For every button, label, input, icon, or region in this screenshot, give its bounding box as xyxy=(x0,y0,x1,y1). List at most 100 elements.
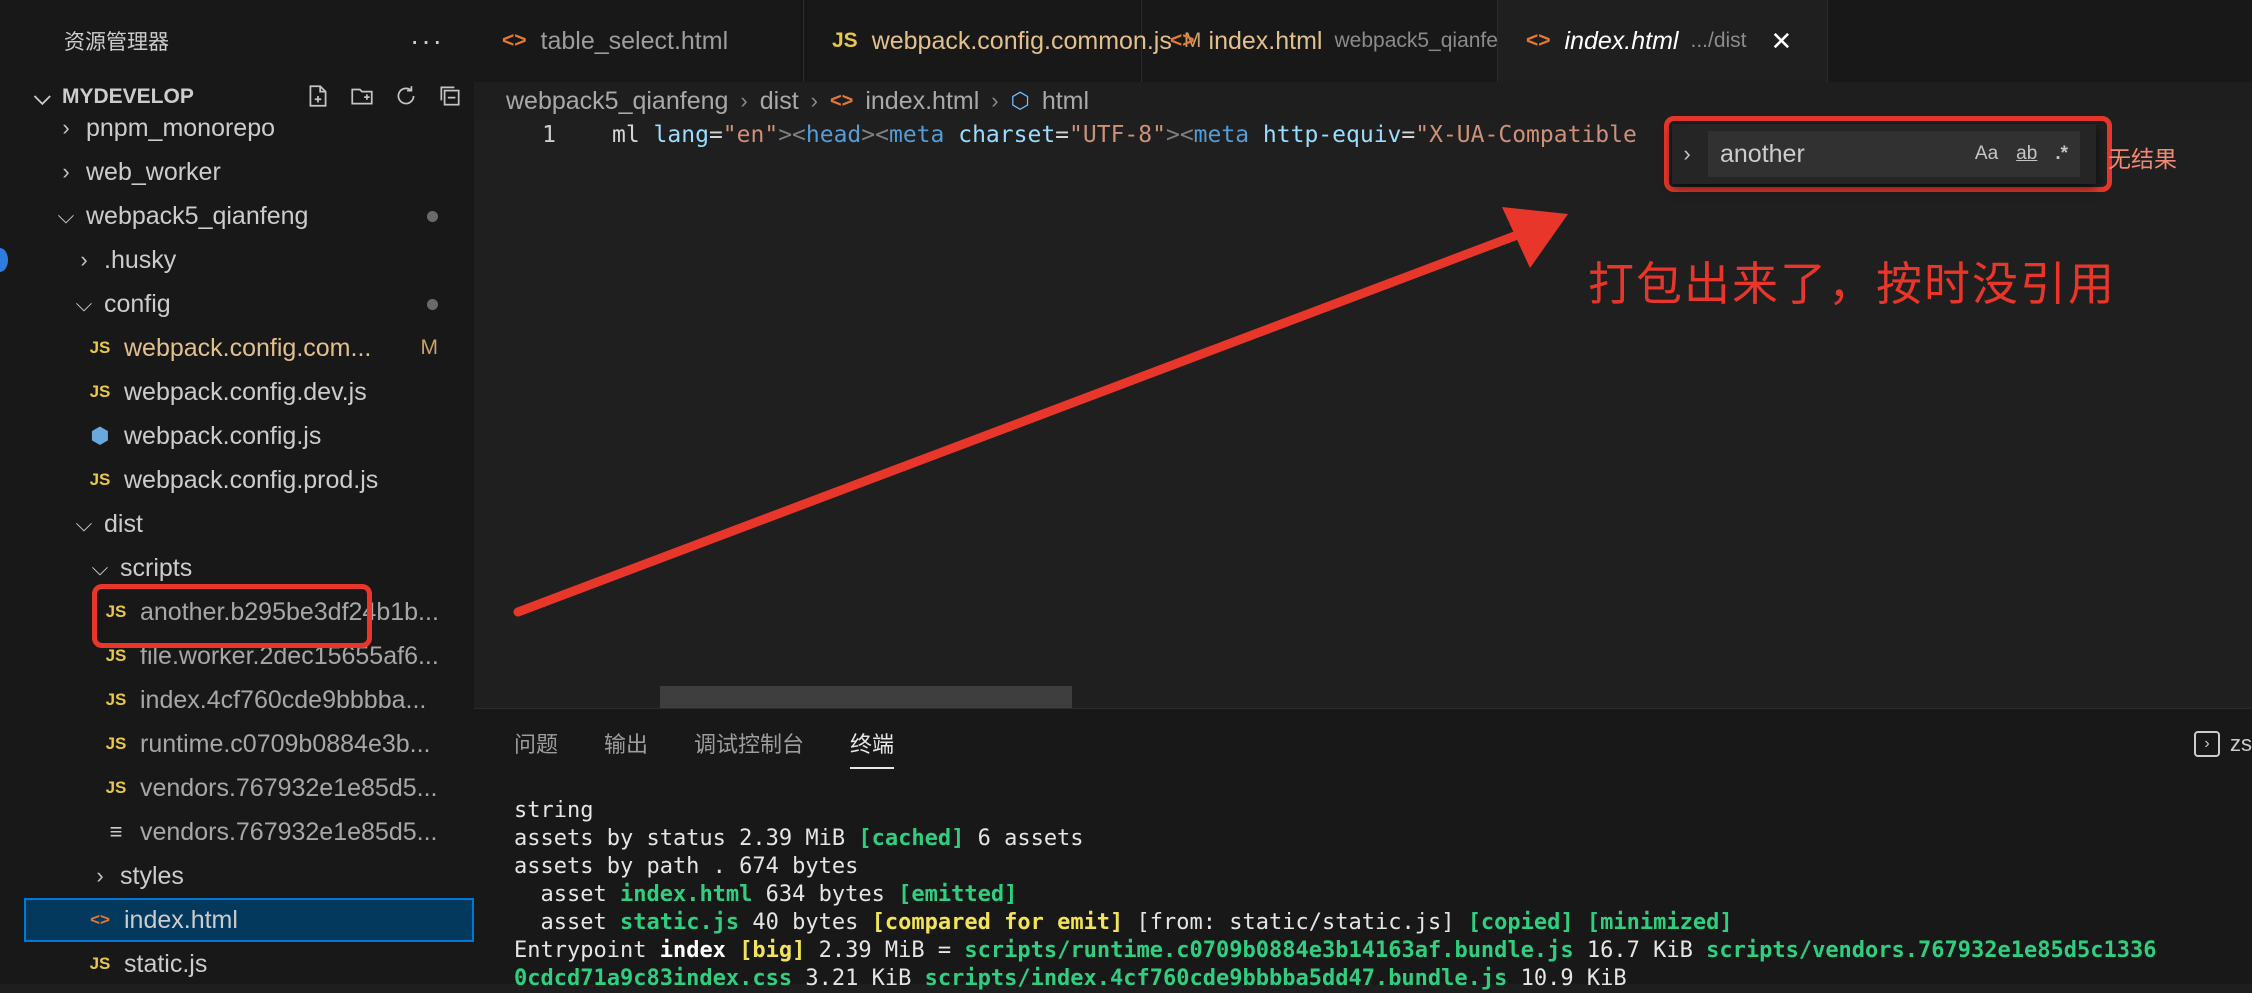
breadcrumb-symbol[interactable]: html xyxy=(1042,87,1089,116)
js-file-icon: JS xyxy=(105,646,127,665)
code-token: charset xyxy=(958,122,1056,148)
terminal-segment: [compared for emit] xyxy=(871,910,1124,935)
tree-item[interactable]: JS vendors.767932e1e85d5... xyxy=(24,766,474,810)
terminal-segment: assets by status 2.39 MiB xyxy=(514,826,859,851)
modified-dot-icon xyxy=(427,298,438,310)
terminal-segment xyxy=(1574,910,1587,935)
tree-item-label: webpack5_qianfeng xyxy=(86,201,309,230)
terminal-segment: [minimized] xyxy=(1586,910,1733,935)
tree-item[interactable]: ⌵ webpack5_qianfeng xyxy=(24,194,474,238)
horizontal-scrollbar[interactable] xyxy=(660,686,1072,708)
find-result-count: 无结果 xyxy=(2108,146,2177,172)
panel-tab[interactable]: 问题 xyxy=(514,727,558,769)
activity-bar xyxy=(0,0,24,984)
tab-description: webpack5_qianfeng xyxy=(1334,29,1522,52)
terminal-segment: 634 bytes xyxy=(752,882,899,907)
js-file-icon: JS xyxy=(105,690,127,709)
chevron-down-icon: ⌵ xyxy=(75,291,93,316)
match-case-toggle[interactable]: Aa xyxy=(1975,143,1998,165)
terminal-line: Entrypoint index [big] 2.39 MiB = script… xyxy=(514,937,2156,965)
tree-item[interactable]: › styles xyxy=(24,854,474,898)
tree-item[interactable]: JS webpack.config.prod.js xyxy=(24,458,474,502)
terminal-segment: [copied] xyxy=(1467,910,1574,935)
html-file-icon: <> xyxy=(1170,29,1195,52)
tab-0[interactable]: <> table_select.html xyxy=(474,0,804,82)
code-editor[interactable]: 1 ml lang="en"><head><meta charset="UTF-8… xyxy=(474,120,2252,708)
find-input[interactable]: another Aa ab .* xyxy=(1708,131,2080,177)
modified-dot-icon xyxy=(427,210,438,222)
terminal-segment: asset xyxy=(514,882,620,907)
chevron-down-icon: ⌵ xyxy=(91,555,109,580)
explorer-title: 资源管理器 xyxy=(64,31,169,54)
tree-item[interactable]: › web_worker xyxy=(24,150,474,194)
terminal-segment: assets by path . 674 bytes xyxy=(514,854,859,879)
tab-1[interactable]: JS webpack.config.common.js M xyxy=(804,0,1201,82)
tree-item-label: vendors.767932e1e85d5... xyxy=(140,817,438,846)
close-icon[interactable]: ✕ xyxy=(1771,26,1793,57)
panel-tab[interactable]: 输出 xyxy=(604,727,648,769)
code-token: lang xyxy=(653,122,709,148)
terminal-segment: Entrypoint xyxy=(514,938,660,963)
code-token: meta xyxy=(1193,122,1250,148)
tree-item-label: vendors.767932e1e85d5... xyxy=(140,773,438,802)
code-token: = xyxy=(1401,122,1416,148)
tree-item[interactable]: ⌵ dist xyxy=(24,502,474,546)
terminal-selector[interactable]: › zs xyxy=(2194,731,2252,757)
terminal-segment: index.html xyxy=(619,882,753,907)
tab-3[interactable]: <> index.html .../dist ✕ xyxy=(1498,0,1828,82)
tree-item[interactable]: JS runtime.c0709b0884e3b... xyxy=(24,722,474,766)
whole-word-toggle[interactable]: ab xyxy=(2016,143,2037,165)
code-token: ml xyxy=(612,122,654,148)
regex-toggle[interactable]: .* xyxy=(2055,143,2068,165)
tab-label: table_select.html xyxy=(540,26,729,55)
chevron-right-icon: › xyxy=(96,863,104,888)
chevron-right-icon: › xyxy=(810,88,818,113)
modified-badge: M xyxy=(420,336,439,359)
line-number: 1 xyxy=(542,122,556,148)
tree-item-label: webpack.config.dev.js xyxy=(124,377,367,406)
tree-item[interactable]: JS static.js xyxy=(24,942,474,984)
tree-item[interactable]: ≡ vendors.767932e1e85d5... xyxy=(24,810,474,854)
tree-item[interactable]: <> index.html xyxy=(24,898,474,942)
terminal-line: asset index.html 634 bytes [emitted] xyxy=(514,881,2156,909)
terminal-output[interactable]: string assets by status 2.39 MiB [cached]… xyxy=(514,797,2156,993)
accounts-indicator[interactable] xyxy=(0,248,8,272)
panel-tab[interactable]: 调试控制台 xyxy=(694,727,804,769)
tree-item-label: config xyxy=(104,289,171,318)
tree-item[interactable]: JS webpack.config.dev.js xyxy=(24,370,474,414)
tree-item[interactable]: JS webpack.config.com... M xyxy=(24,326,474,370)
html-file-icon: <> xyxy=(90,910,110,929)
more-actions-icon[interactable]: ··· xyxy=(410,25,444,57)
tree-item-label: index.html xyxy=(124,905,238,934)
tree-item[interactable]: JS index.4cf760cde9bbbba... xyxy=(24,678,474,722)
terminal-line: asset static.js 40 bytes [compared for e… xyxy=(514,909,2156,937)
terminal-line: 0cdcd71a9c83index.css 3.21 KiB scripts/i… xyxy=(514,965,2156,993)
code-token: http-equiv xyxy=(1262,122,1402,148)
breadcrumb-root[interactable]: webpack5_qianfeng xyxy=(506,87,728,116)
tree-item-label: webpack.config.com... xyxy=(124,333,372,362)
panel-tab[interactable]: 终端 xyxy=(850,727,895,769)
code-token: = xyxy=(1055,122,1070,148)
bottom-panel: 问题 输出 调试控制台 终端 › zs string assets by status … xyxy=(474,708,2252,991)
breadcrumb-folder[interactable]: dist xyxy=(760,87,799,116)
tab-label: index.html xyxy=(1564,26,1679,55)
tree-item[interactable]: ⬢ webpack.config.js xyxy=(24,414,474,458)
tree-item[interactable]: › .husky xyxy=(24,238,474,282)
tab-2[interactable]: <>index.htmlwebpack5_qianfengM xyxy=(1142,0,1551,82)
chevron-down-icon: ⌵ xyxy=(57,203,75,228)
tree-item[interactable]: ⌵ config xyxy=(24,282,474,326)
find-widget: › another Aa ab .* xyxy=(1672,124,2096,184)
chevron-right-icon: › xyxy=(62,115,70,140)
terminal-segment: scripts/runtime.c0709b0884e3b14163af.bun… xyxy=(964,938,1574,963)
symbol-cube-icon: ⬡ xyxy=(1010,88,1030,113)
terminal-icon: › xyxy=(2194,731,2220,757)
tree-item[interactable]: › pnpm_monorepo xyxy=(24,106,474,150)
toggle-replace-icon[interactable]: › xyxy=(1672,141,1702,167)
js-file-icon: JS xyxy=(89,382,111,401)
js-file-icon: JS xyxy=(89,338,111,357)
terminal-segment: scripts/index.4cf760cde9bbbba5dd47.bundl… xyxy=(924,966,1508,991)
terminal-line: string xyxy=(514,797,2156,825)
breadcrumb-file[interactable]: index.html xyxy=(865,87,979,116)
code-line: 1 ml lang="en"><head><meta charset="UTF-8… xyxy=(474,122,1637,148)
